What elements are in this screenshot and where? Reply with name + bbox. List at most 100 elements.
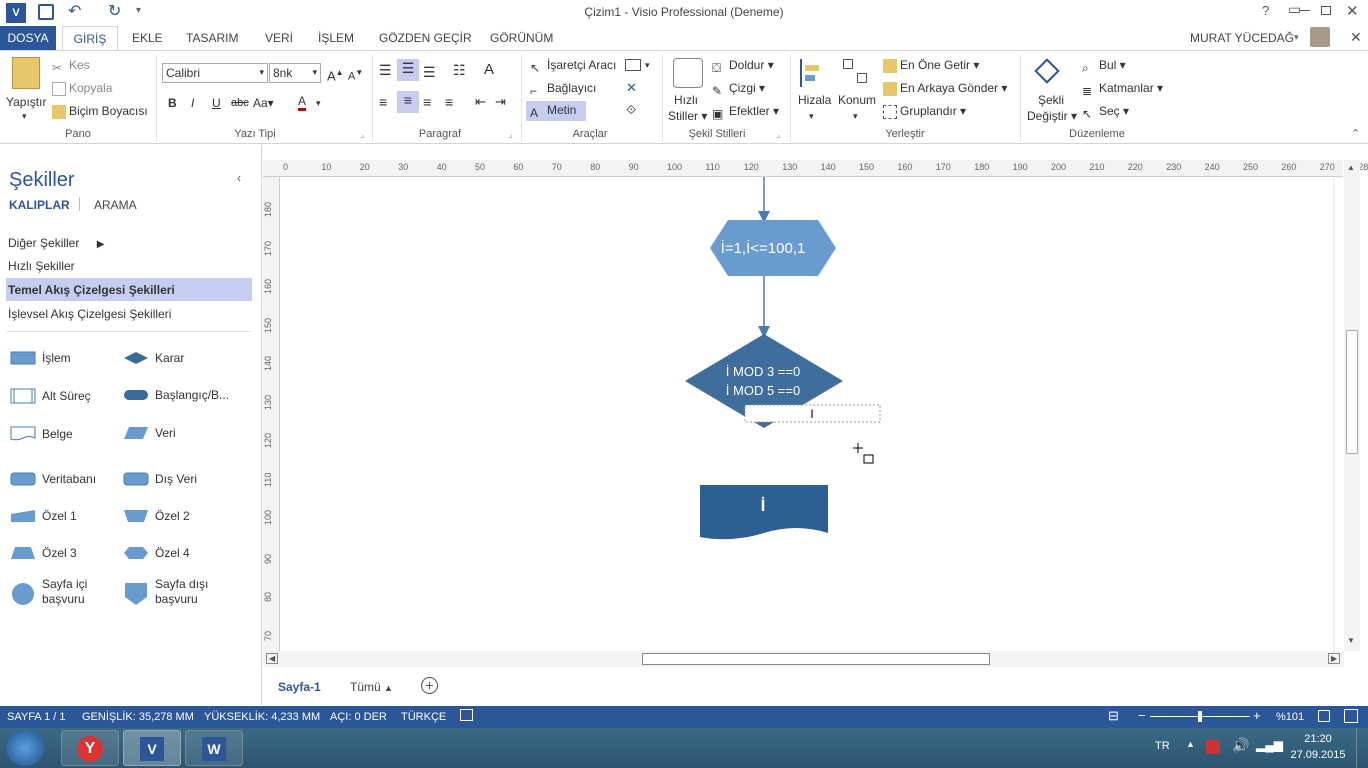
close-tool-icon[interactable]: ✕: [626, 79, 637, 97]
quick-styles-label[interactable]: Stiller ▾: [668, 107, 707, 125]
tab-insert[interactable]: EKLE: [132, 26, 163, 50]
stencil-quick-shapes[interactable]: Hızlı Şekiller: [8, 259, 75, 273]
pointer-tool-button[interactable]: ↖ İşaretçi Aracı: [530, 56, 616, 75]
vertical-scrollbar[interactable]: ▲ ▼: [1344, 160, 1360, 651]
clock-date[interactable]: 27.09.2015: [1285, 749, 1351, 761]
layers-button[interactable]: ≣ Katmanlar ▾: [1082, 79, 1163, 98]
bring-to-front-button[interactable]: En Öne Getir ▾: [883, 56, 979, 74]
align-top-icon[interactable]: ☰: [379, 61, 392, 79]
change-shape-icon[interactable]: [1034, 58, 1064, 86]
clock-time[interactable]: 21:20: [1290, 733, 1346, 745]
add-page-icon[interactable]: +: [421, 677, 438, 694]
scroll-up-icon[interactable]: ▲: [1347, 163, 1355, 172]
show-desktop-button[interactable]: [1356, 728, 1368, 768]
crop-tool-icon[interactable]: ⟐: [626, 101, 636, 119]
yandex-taskbar-button[interactable]: Y: [61, 730, 119, 766]
zoom-in-icon[interactable]: +: [1253, 708, 1261, 723]
rectangle-tool-icon[interactable]: [625, 59, 641, 71]
security-tray-icon[interactable]: [1206, 740, 1220, 754]
bold-icon[interactable]: B: [168, 94, 177, 112]
status-language[interactable]: TÜRKÇE: [401, 711, 446, 723]
user-dropdown-icon[interactable]: ▾: [1294, 32, 1299, 43]
font-size-select[interactable]: 8nk ▾: [269, 63, 321, 83]
tab-home[interactable]: GİRİŞ: [62, 26, 118, 50]
connector-tool-button[interactable]: ⌐ Bağlayıcı: [530, 79, 596, 98]
shape-process[interactable]: İşlem: [10, 351, 71, 365]
tab-review[interactable]: GÖZDEN GEÇİR: [379, 26, 472, 50]
tab-file[interactable]: DOSYA: [0, 26, 56, 50]
stencil-cross-functional[interactable]: İşlevsel Akış Çizelgesi Şekilleri: [8, 307, 171, 321]
scroll-right-icon[interactable]: ▶: [1328, 653, 1341, 664]
select-button[interactable]: ↖ Seç ▾: [1082, 102, 1129, 121]
zoom-slider-thumb[interactable]: [1198, 711, 1202, 722]
shape-decision[interactable]: Karar: [123, 351, 184, 365]
zoom-out-icon[interactable]: −: [1138, 708, 1146, 723]
align-center-icon[interactable]: ≡: [397, 91, 419, 113]
strikethrough-icon[interactable]: abc: [231, 94, 249, 112]
shape-custom-2[interactable]: Özel 2: [123, 509, 190, 523]
shape-external-data[interactable]: Dış Veri: [123, 472, 197, 486]
bullets-icon[interactable]: ☷: [453, 61, 466, 79]
align-right-icon[interactable]: ≡: [423, 93, 431, 111]
align-button[interactable]: Hizala: [798, 91, 831, 109]
shape-off-page-reference[interactable]: Sayfa dışı başvuru: [123, 577, 215, 607]
shape-custom-3[interactable]: Özel 3: [10, 546, 77, 560]
shape-terminator[interactable]: Başlangıç/B...: [123, 388, 229, 402]
font-name-select[interactable]: Calibri ▾: [162, 63, 268, 83]
align-shapes-icon[interactable]: [800, 59, 824, 87]
volume-icon[interactable]: 🔊: [1232, 737, 1249, 754]
show-hidden-icons-icon[interactable]: ▲: [1186, 739, 1195, 749]
italic-icon[interactable]: I: [191, 94, 194, 112]
underline-icon[interactable]: U: [212, 94, 221, 112]
tab-stencils[interactable]: KALIPLAR: [9, 198, 70, 212]
macro-record-icon[interactable]: [460, 709, 473, 721]
change-case-icon[interactable]: Aa▾: [253, 94, 274, 112]
change-shape-label[interactable]: Değiştir ▾: [1027, 107, 1077, 125]
zoom-level[interactable]: %101: [1276, 711, 1304, 723]
fill-button[interactable]: ⛋ Doldur ▾: [712, 56, 774, 75]
align-bottom-icon[interactable]: ☰: [423, 63, 436, 81]
text-direction-icon[interactable]: A: [484, 61, 494, 79]
shape-data[interactable]: Veri: [123, 426, 176, 440]
format-painter-button[interactable]: Biçim Boyacısı: [52, 102, 148, 120]
start-button-icon[interactable]: [6, 730, 44, 766]
group-button[interactable]: Gruplandır ▾: [883, 102, 966, 120]
close-document-icon[interactable]: ✕: [1350, 29, 1362, 46]
send-to-back-button[interactable]: En Arkaya Gönder ▾: [883, 79, 1007, 97]
tab-data[interactable]: VERİ: [265, 26, 293, 50]
grow-font-icon[interactable]: A▲: [327, 64, 344, 85]
shape-subprocess[interactable]: Alt Süreç: [10, 388, 91, 404]
scroll-down-icon[interactable]: ▼: [1347, 636, 1355, 645]
tab-search[interactable]: ARAMA: [94, 198, 137, 212]
cut-button[interactable]: ✂ Kes: [52, 56, 90, 75]
horizontal-scroll-thumb[interactable]: [642, 653, 990, 665]
shape-custom-1[interactable]: Özel 1: [10, 509, 77, 523]
find-button[interactable]: ⌕ Bul ▾: [1082, 56, 1126, 75]
collapse-panel-icon[interactable]: ‹: [237, 171, 241, 185]
scroll-left-icon[interactable]: ◀: [266, 653, 279, 664]
font-color-icon[interactable]: A: [298, 94, 307, 111]
paste-dropdown-icon[interactable]: ▾: [22, 107, 27, 125]
tab-design[interactable]: TASARIM: [186, 26, 238, 50]
justify-icon[interactable]: ≡: [445, 93, 453, 111]
paste-icon[interactable]: [12, 57, 40, 89]
horizontal-scrollbar[interactable]: ◀ ▶: [263, 651, 1344, 667]
close-button[interactable]: ✕: [1346, 2, 1359, 20]
status-page[interactable]: SAYFA 1 / 1: [7, 711, 66, 723]
paragraph-dialog-launcher-icon[interactable]: ⌟: [508, 125, 512, 143]
minimize-button[interactable]: [1300, 10, 1310, 11]
shape-custom-4[interactable]: Özel 4: [123, 546, 190, 560]
text-tool-button[interactable]: A Metin: [526, 101, 586, 121]
user-name[interactable]: MURAT YÜCEDAĞ: [1190, 31, 1294, 45]
decrease-indent-icon[interactable]: ⇤: [475, 93, 486, 111]
shrink-font-icon[interactable]: A▼: [348, 64, 363, 86]
help-button[interactable]: ?: [1262, 3, 1269, 18]
network-signal-icon[interactable]: ▂▄▆: [1256, 738, 1283, 752]
line-button[interactable]: ✎ Çizgi ▾: [712, 79, 765, 98]
switch-windows-icon[interactable]: [1344, 709, 1358, 723]
avatar[interactable]: [1310, 27, 1330, 47]
align-left-icon[interactable]: ≡: [379, 93, 387, 111]
page-tab-1[interactable]: Sayfa-1: [278, 680, 321, 694]
position-icon[interactable]: [843, 59, 869, 87]
shape-styles-dialog-launcher-icon[interactable]: ⌟: [776, 125, 780, 143]
